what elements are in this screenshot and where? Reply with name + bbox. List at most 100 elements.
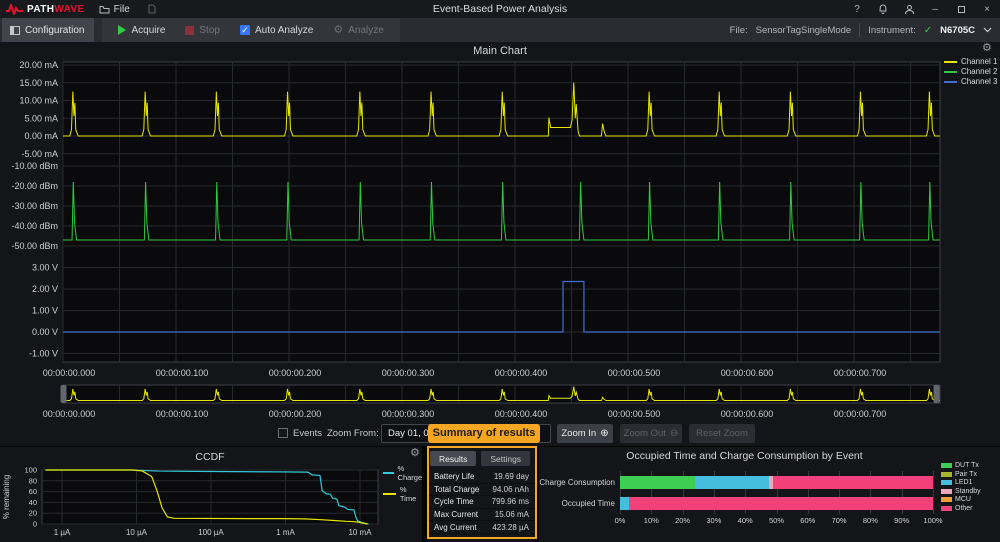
stacked-bar-charge[interactable] xyxy=(620,476,933,489)
svg-text:40: 40 xyxy=(29,498,37,507)
results-tabs: Results Settings xyxy=(430,451,530,466)
svg-text:CCDF: CCDF xyxy=(195,451,224,463)
reset-zoom-button[interactable]: Reset Zoom xyxy=(689,424,755,443)
bar-category-label: Occupied Time xyxy=(539,497,615,510)
legend-label: DUT Tx xyxy=(955,462,979,469)
svg-text:-1.00 V: -1.00 V xyxy=(29,349,58,359)
bar-segment-dut-tx xyxy=(620,476,695,489)
configuration-button[interactable]: Configuration xyxy=(2,18,94,42)
svg-text:10.00 mA: 10.00 mA xyxy=(19,96,58,106)
bar-axis-tick: 50% xyxy=(762,516,792,525)
bar-axis-tick: 80% xyxy=(855,516,885,525)
acquire-label: Acquire xyxy=(131,25,165,36)
file-value: SensorTagSingleMode xyxy=(756,25,852,36)
analyze-label: Analyze xyxy=(348,25,384,36)
pathwave-logo: PATHWAVE xyxy=(6,4,85,15)
svg-text:15.00 mA: 15.00 mA xyxy=(19,78,58,88)
result-value: 799.96 ms xyxy=(492,497,529,506)
zoom-in-label: Zoom In xyxy=(561,428,596,439)
legend-swatch xyxy=(941,489,952,494)
result-value: 94.06 nAh xyxy=(493,485,529,494)
svg-text:20: 20 xyxy=(29,509,37,518)
pathwave-logo-icon xyxy=(6,4,23,15)
stacked-bar-time[interactable] xyxy=(620,497,933,510)
ccdf-settings-gear-icon[interactable]: ⚙ xyxy=(410,448,420,459)
svg-text:00:00:00.500: 00:00:00.500 xyxy=(608,409,661,419)
legend-label: LED1 xyxy=(955,479,973,486)
svg-text:0: 0 xyxy=(33,520,37,529)
analyze-button[interactable]: ⚙ Analyze xyxy=(323,18,393,42)
svg-text:10 µA: 10 µA xyxy=(126,528,148,537)
events-checkbox[interactable] xyxy=(278,428,288,438)
overview-handle-left[interactable] xyxy=(61,385,67,403)
instrument-status-check-icon: ✓ xyxy=(924,25,932,36)
maximize-icon[interactable] xyxy=(948,0,974,18)
svg-text:0.00 mA: 0.00 mA xyxy=(24,131,58,141)
result-value: 423.28 µA xyxy=(492,523,529,532)
zoom-out-button[interactable]: Zoom Out ⊖ xyxy=(620,424,682,443)
legend-label: % Time xyxy=(400,485,425,503)
tab-settings[interactable]: Settings xyxy=(481,451,530,466)
event-breakdown-legend: DUT Tx Pair TxLED1 StandbyMCU Other xyxy=(941,462,981,512)
legend-item[interactable]: MCU xyxy=(941,496,981,503)
minimize-icon[interactable]: – xyxy=(922,0,948,18)
instrument-value[interactable]: N6705C xyxy=(940,25,975,36)
svg-text:00:00:00.700: 00:00:00.700 xyxy=(834,368,887,378)
auto-analyze-toggle[interactable]: ✓ Auto Analyze xyxy=(230,18,323,42)
stop-button[interactable]: Stop xyxy=(175,18,230,42)
stop-label: Stop xyxy=(199,25,220,36)
result-label: Battery Life xyxy=(434,472,474,481)
svg-text:100 µA: 100 µA xyxy=(198,528,224,537)
bar-axis-tick: 40% xyxy=(730,516,760,525)
svg-text:60: 60 xyxy=(29,487,37,496)
svg-text:100: 100 xyxy=(24,466,37,475)
bell-icon[interactable] xyxy=(870,0,896,18)
svg-text:-50.00 dBm: -50.00 dBm xyxy=(11,241,58,251)
legend-item[interactable]: Pair Tx xyxy=(941,471,981,478)
result-label: Max Current xyxy=(434,510,478,519)
result-row: Avg Current 423.28 µA xyxy=(428,521,535,534)
legend-item[interactable]: Standby xyxy=(941,488,981,495)
zoom-in-button[interactable]: Zoom In ⊕ xyxy=(557,424,613,443)
auto-analyze-checkbox[interactable]: ✓ xyxy=(240,25,250,35)
file-label: File: xyxy=(730,25,748,36)
instrument-label: Instrument: xyxy=(868,25,916,36)
svg-text:2.00 V: 2.00 V xyxy=(32,284,58,294)
legend-item[interactable]: % Time xyxy=(383,485,425,503)
chevron-down-icon[interactable] xyxy=(983,27,992,33)
legend-swatch xyxy=(383,472,394,474)
svg-text:-5.00 mA: -5.00 mA xyxy=(21,149,58,159)
svg-text:3.00 V: 3.00 V xyxy=(32,263,58,273)
results-panel: ResultsSettings Battery Life19.69 dayTot… xyxy=(428,447,535,542)
help-icon[interactable]: ? xyxy=(844,0,870,18)
svg-text:10 mA: 10 mA xyxy=(348,528,372,537)
overview-handle-right[interactable] xyxy=(934,385,940,403)
legend-item[interactable]: % Charge xyxy=(383,464,425,482)
legend-item[interactable]: Other xyxy=(941,505,981,512)
svg-text:1.00 V: 1.00 V xyxy=(32,306,58,316)
file-menu[interactable]: File xyxy=(91,0,138,18)
svg-text:% remaining: % remaining xyxy=(2,475,11,519)
bottom-row: CCDF0204060801001 µA10 µA100 µA1 mA10 mA… xyxy=(0,446,1000,542)
close-icon[interactable]: × xyxy=(974,0,1000,18)
tab-results[interactable]: Results xyxy=(430,451,476,466)
events-label: Events xyxy=(293,428,322,439)
bar-axis-tick: 70% xyxy=(824,516,854,525)
svg-text:00:00:00.500: 00:00:00.500 xyxy=(608,368,661,378)
user-icon[interactable] xyxy=(896,0,922,18)
ccdf-plot-area[interactable] xyxy=(42,470,378,524)
legend-item[interactable]: DUT Tx xyxy=(941,462,981,469)
event-breakdown-title: Occupied Time and Charge Consumption by … xyxy=(539,450,950,462)
document-icon[interactable] xyxy=(148,4,156,14)
result-value: 15.06 mA xyxy=(495,510,529,519)
legend-label: Pair Tx xyxy=(955,471,977,478)
svg-text:00:00:00.200: 00:00:00.200 xyxy=(269,368,322,378)
ccdf-chart-svg: CCDF0204060801001 µA10 µA100 µA1 mA10 mA… xyxy=(0,447,422,542)
separator xyxy=(859,23,860,37)
result-label: Avg Current xyxy=(434,523,477,532)
acquire-button[interactable]: Acquire xyxy=(108,18,175,42)
svg-text:00:00:00.100: 00:00:00.100 xyxy=(156,368,209,378)
svg-text:00:00:00.600: 00:00:00.600 xyxy=(721,368,774,378)
logo-text-wave: WAVE xyxy=(54,4,84,15)
legend-item[interactable]: LED1 xyxy=(941,479,981,486)
